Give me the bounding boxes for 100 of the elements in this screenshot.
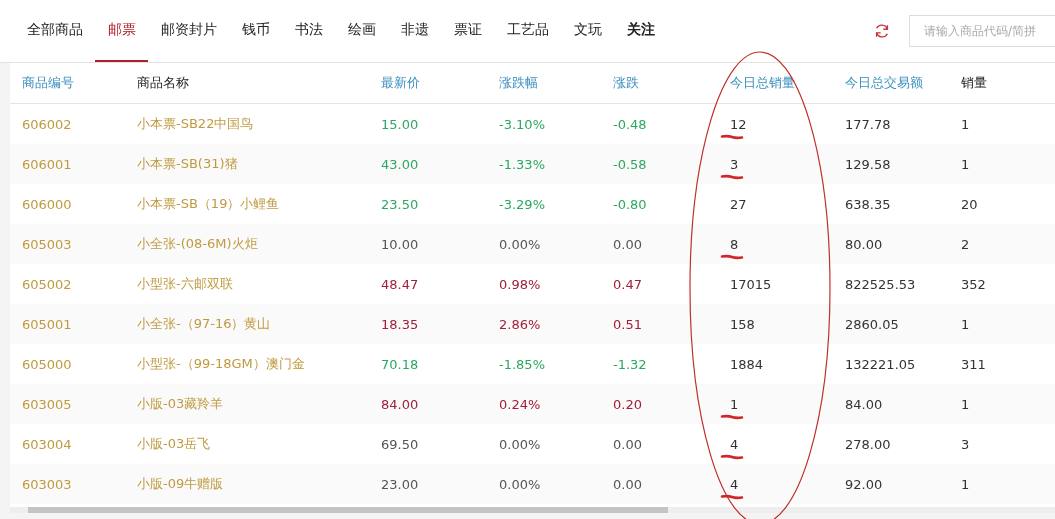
category-tab[interactable]: 钱币	[229, 0, 282, 62]
table-cell-text: 84.00	[381, 396, 420, 412]
table-cell-text: 1	[961, 316, 971, 332]
table-cell-text: 84.00	[845, 396, 884, 412]
category-tab[interactable]: 文玩	[561, 0, 614, 62]
table-cell-text: 92.00	[845, 476, 884, 492]
table-cell-text: 48.47	[381, 276, 420, 292]
table-cell-text: 2860.05	[845, 316, 900, 332]
table-cell-text: 3	[961, 436, 971, 452]
table-cell-text: 603005	[22, 396, 73, 412]
table-cell-text: 0.00%	[499, 476, 542, 492]
table-cell: 3	[730, 156, 739, 172]
table-cell-text: 小型张-（99-18GM）澳门金	[137, 355, 306, 373]
table-cell-text: 2	[961, 236, 971, 252]
table-cell: 27	[730, 196, 747, 212]
table-cell-text: 0.51	[613, 316, 643, 332]
category-tab[interactable]: 非遗	[388, 0, 441, 62]
table-cell-text: 69.50	[381, 436, 420, 452]
table-cell-text: 小全张-(08-6M)火炬	[137, 235, 259, 253]
table-cell-text: 70.18	[381, 356, 420, 372]
category-tab[interactable]: 邮资封片	[148, 0, 229, 62]
table-cell-text: 605000	[22, 356, 73, 372]
search-field[interactable]: 请输入商品代码/简拼	[909, 15, 1055, 47]
table-cell-text: -3.10%	[499, 116, 546, 132]
table-cell-text: -0.58	[613, 156, 648, 172]
table-cell-text: 0.20	[613, 396, 643, 412]
table-cell-text: 15.00	[381, 116, 420, 132]
table-cell-text: 605003	[22, 236, 73, 252]
table-cell-text: 0.00	[613, 436, 643, 452]
table-cell-text: 1	[961, 476, 971, 492]
table-cell-text: 23.50	[381, 196, 420, 212]
table-cell-text: 小本票-SB(31)猪	[137, 155, 239, 173]
column-header[interactable]: 销量	[961, 74, 1055, 92]
table-cell-text: -3.29%	[499, 196, 546, 212]
table-cell-text: 小版-09牛赠版	[137, 475, 225, 493]
table-cell-text: 606002	[22, 116, 73, 132]
table-cell-text: 小版-03藏羚羊	[137, 395, 225, 413]
table-cell-text: 23.00	[381, 476, 420, 492]
table-cell-text: 小全张-（97-16）黄山	[137, 315, 272, 333]
table-cell-text: 0.00	[613, 236, 643, 252]
table-cell-text: 603003	[22, 476, 73, 492]
table-cell-text: 278.00	[845, 436, 892, 452]
table-cell: 17015	[730, 276, 772, 292]
table-cell-text: 311	[961, 356, 987, 372]
table-cell-text: 603004	[22, 436, 73, 452]
column-header[interactable]: 今日总销量	[730, 74, 845, 92]
table-cell: 12	[730, 116, 747, 132]
table-cell-text: 20	[961, 196, 979, 212]
table-cell-text: 822525.53	[845, 276, 917, 292]
column-header[interactable]: 商品编号	[22, 74, 137, 92]
table-cell-text: -1.33%	[499, 156, 546, 172]
table-cell-text: 小版-03岳飞	[137, 435, 212, 453]
table-cell-text: 80.00	[845, 236, 884, 252]
table-cell-text: 小本票-SB（19）小鲤鱼	[137, 195, 281, 213]
table-cell-text: 605001	[22, 316, 73, 332]
table-cell-text: 小本票-SB22中国鸟	[137, 115, 255, 133]
table-cell: 158	[730, 316, 755, 332]
table-cell-text: 352	[961, 276, 987, 292]
column-header[interactable]: 涨跌	[613, 74, 730, 92]
refresh-icon[interactable]	[873, 22, 891, 40]
table-cell-text: 10.00	[381, 236, 420, 252]
table-cell: 8	[730, 236, 739, 252]
table-cell-text: 0.98%	[499, 276, 542, 292]
column-header[interactable]: 今日总交易额	[845, 74, 961, 92]
table-cell-text: 1	[961, 156, 971, 172]
table-cell-text: 小型张-六邮双联	[137, 275, 234, 293]
table-cell-text: 2.86%	[499, 316, 542, 332]
column-header[interactable]: 最新价	[381, 74, 499, 92]
table-cell-text: -1.32	[613, 356, 648, 372]
column-header[interactable]: 涨跌幅	[499, 74, 613, 92]
table-cell-text: 605002	[22, 276, 73, 292]
table-cell-text: -0.80	[613, 196, 648, 212]
table-cell-text: 132221.05	[845, 356, 917, 372]
table-cell-text: -1.85%	[499, 356, 546, 372]
table-cell: 4	[730, 436, 739, 452]
category-tab[interactable]: 工艺品	[494, 0, 561, 62]
table-cell-text: 43.00	[381, 156, 420, 172]
table-cell-text: 0.47	[613, 276, 643, 292]
category-tab[interactable]: 全部商品	[14, 0, 95, 62]
table-cell-text: 0.24%	[499, 396, 542, 412]
table-cell-text: 0.00%	[499, 436, 542, 452]
table-cell-text: 129.58	[845, 156, 892, 172]
category-tab[interactable]: 关注	[614, 0, 667, 62]
table-cell-text: 0.00	[613, 476, 643, 492]
table-cell-text: -0.48	[613, 116, 648, 132]
table-cell-text: 606001	[22, 156, 73, 172]
category-tab[interactable]: 书法	[282, 0, 335, 62]
table-cell: 4	[730, 476, 739, 492]
table-cell: 1884	[730, 356, 764, 372]
table-cell: 1	[730, 396, 739, 412]
scrollbar-thumb[interactable]	[28, 507, 668, 513]
table-cell-text: 0.00%	[499, 236, 542, 252]
category-tab[interactable]: 票证	[441, 0, 494, 62]
category-tab[interactable]: 绘画	[335, 0, 388, 62]
table-cell-text: 18.35	[381, 316, 420, 332]
column-header[interactable]: 商品名称	[137, 74, 381, 92]
table-cell-text: 1	[961, 116, 971, 132]
table-cell-text: 1	[961, 396, 971, 412]
table-cell-text: 638.35	[845, 196, 892, 212]
table-cell-text: 177.78	[845, 116, 892, 132]
